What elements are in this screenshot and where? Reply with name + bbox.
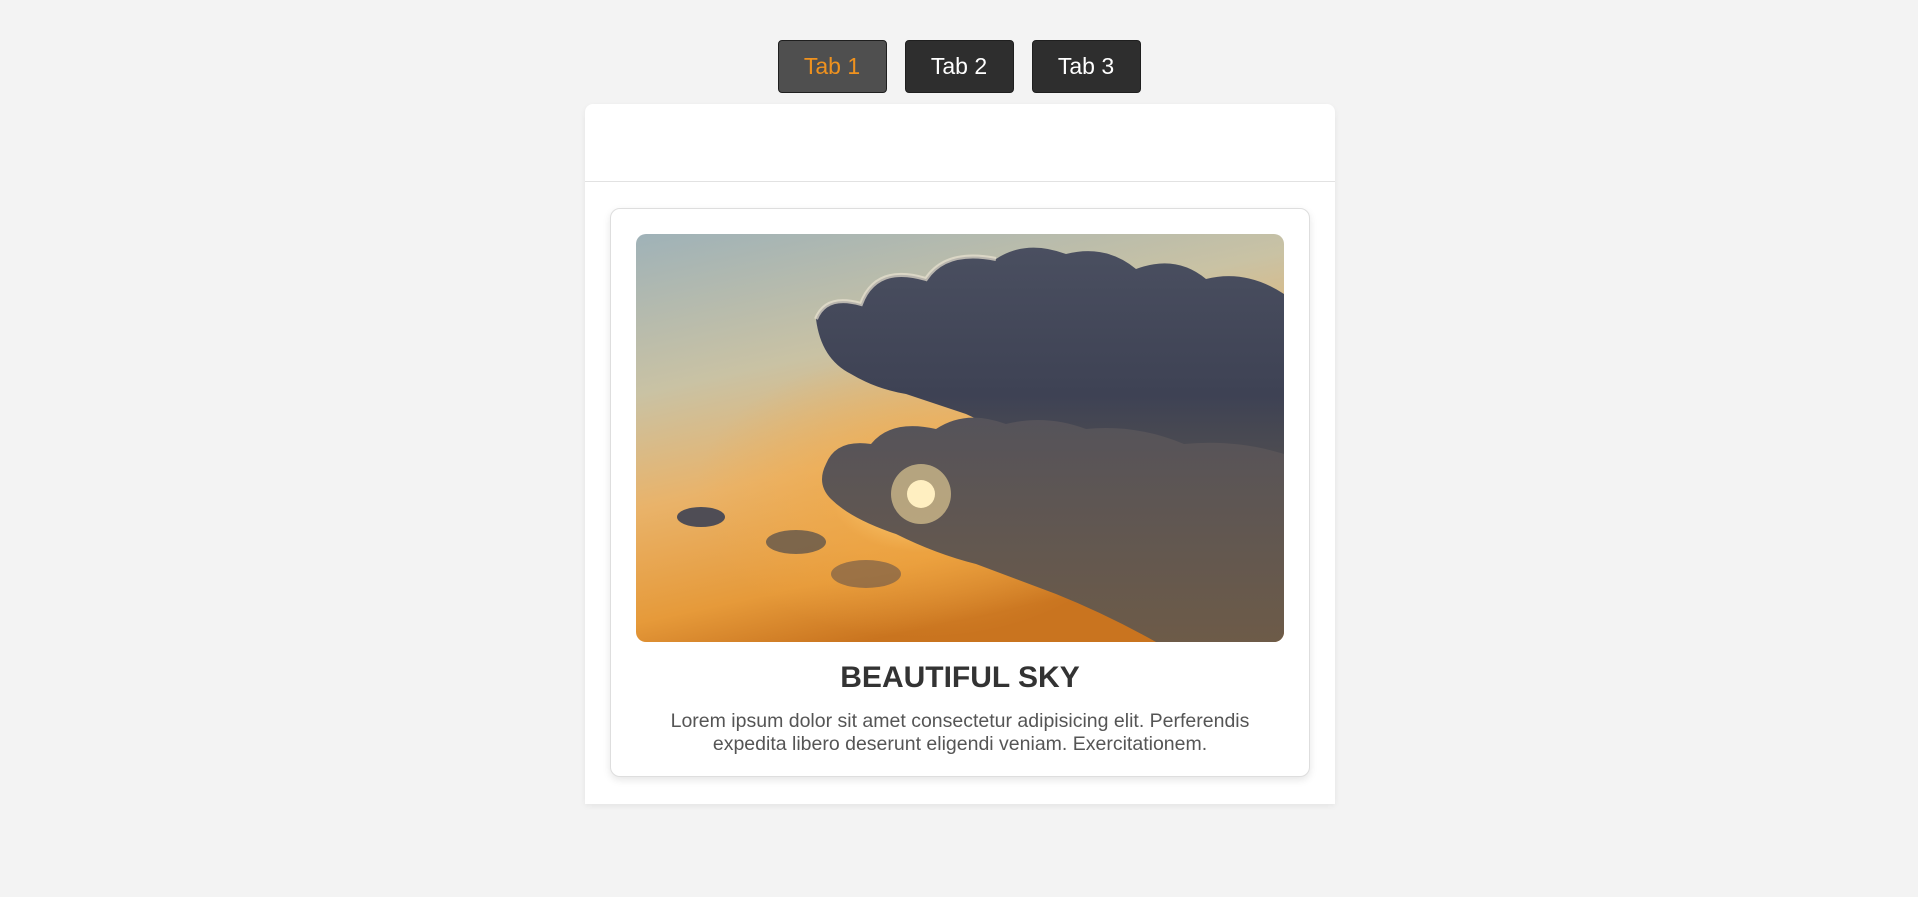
panel-header — [585, 104, 1335, 182]
card-title: BEAUTIFUL SKY — [840, 661, 1080, 694]
content-card: BEAUTIFUL SKY Lorem ipsum dolor sit amet… — [610, 208, 1310, 777]
sunset-sky-image — [636, 234, 1284, 642]
tab-bar: Tab 1 Tab 2 Tab 3 — [0, 40, 1918, 93]
card-description: Lorem ipsum dolor sit amet consectetur a… — [670, 710, 1250, 755]
tab-3[interactable]: Tab 3 — [1031, 40, 1141, 93]
tab-panel: BEAUTIFUL SKY Lorem ipsum dolor sit amet… — [585, 104, 1335, 804]
tab-2[interactable]: Tab 2 — [904, 40, 1014, 93]
tab-1[interactable]: Tab 1 — [777, 40, 887, 93]
card-image — [636, 234, 1284, 642]
